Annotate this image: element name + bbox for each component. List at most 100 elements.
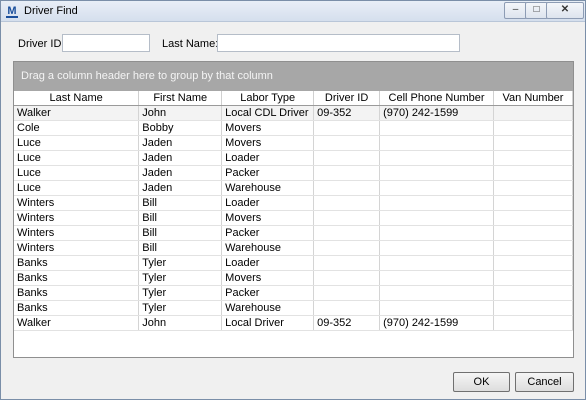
table-cell[interactable]: Movers bbox=[221, 120, 315, 136]
table-cell[interactable] bbox=[493, 180, 573, 196]
cancel-button[interactable]: Cancel bbox=[515, 372, 574, 392]
table-cell[interactable]: Jaden bbox=[138, 165, 223, 181]
table-cell[interactable] bbox=[493, 165, 573, 181]
table-cell[interactable]: Luce bbox=[14, 180, 140, 196]
table-cell[interactable]: Tyler bbox=[138, 285, 223, 301]
table-cell[interactable] bbox=[313, 285, 381, 301]
table-cell[interactable] bbox=[313, 300, 381, 316]
table-cell[interactable] bbox=[313, 195, 381, 211]
table-cell[interactable]: Winters bbox=[14, 210, 140, 226]
table-cell[interactable]: Cole bbox=[14, 120, 140, 136]
table-cell[interactable] bbox=[379, 165, 495, 181]
table-cell[interactable] bbox=[493, 255, 573, 271]
table-cell[interactable] bbox=[313, 240, 381, 256]
table-cell[interactable] bbox=[379, 180, 495, 196]
table-cell[interactable] bbox=[493, 150, 573, 166]
table-cell[interactable] bbox=[313, 255, 381, 271]
column-header-driver-id[interactable]: Driver ID bbox=[313, 91, 381, 106]
table-cell[interactable] bbox=[379, 135, 495, 151]
table-cell[interactable]: Warehouse bbox=[221, 180, 315, 196]
table-cell[interactable] bbox=[313, 210, 381, 226]
table-cell[interactable]: Bill bbox=[138, 240, 223, 256]
table-cell[interactable]: Local Driver bbox=[221, 315, 315, 331]
table-cell[interactable]: Tyler bbox=[138, 270, 223, 286]
table-cell[interactable]: Packer bbox=[221, 225, 315, 241]
table-cell[interactable]: (970) 242-1599 bbox=[379, 105, 495, 121]
table-cell[interactable] bbox=[379, 150, 495, 166]
table-row[interactable]: Luce Jaden Packer bbox=[14, 165, 573, 181]
table-row[interactable]: Luce Jaden Movers bbox=[14, 135, 573, 151]
table-cell[interactable] bbox=[379, 255, 495, 271]
group-by-panel[interactable]: Drag a column header here to group by th… bbox=[14, 62, 573, 91]
table-cell[interactable] bbox=[379, 120, 495, 136]
table-cell[interactable]: 09-352 bbox=[313, 105, 381, 121]
table-cell[interactable] bbox=[313, 270, 381, 286]
title-bar[interactable]: M Driver Find – □ ✕ bbox=[1, 1, 585, 22]
table-cell[interactable]: Banks bbox=[14, 285, 140, 301]
table-cell[interactable] bbox=[313, 150, 381, 166]
table-cell[interactable]: Warehouse bbox=[221, 300, 315, 316]
table-cell[interactable] bbox=[313, 135, 381, 151]
table-cell[interactable]: Winters bbox=[14, 240, 140, 256]
table-cell[interactable] bbox=[493, 300, 573, 316]
driver-id-input[interactable] bbox=[62, 34, 150, 52]
table-cell[interactable]: (970) 242-1599 bbox=[379, 315, 495, 331]
table-cell[interactable]: John bbox=[138, 105, 223, 121]
table-row[interactable]: Walker John Local CDL Driver 09-352 (970) 24… bbox=[14, 105, 573, 121]
table-cell[interactable] bbox=[379, 285, 495, 301]
table-cell[interactable]: Luce bbox=[14, 150, 140, 166]
last-name-input[interactable] bbox=[217, 34, 460, 52]
ok-button[interactable]: OK bbox=[453, 372, 510, 392]
table-row[interactable]: Winters Bill Warehouse bbox=[14, 240, 573, 256]
table-cell[interactable]: Bill bbox=[138, 195, 223, 211]
table-cell[interactable]: Jaden bbox=[138, 150, 223, 166]
column-header-cell-phone[interactable]: Cell Phone Number bbox=[379, 91, 495, 106]
table-cell[interactable] bbox=[493, 315, 573, 331]
table-cell[interactable]: Loader bbox=[221, 150, 315, 166]
column-header-first-name[interactable]: First Name bbox=[138, 91, 223, 106]
table-cell[interactable] bbox=[493, 240, 573, 256]
table-cell[interactable]: 09-352 bbox=[313, 315, 381, 331]
table-cell[interactable] bbox=[493, 105, 573, 121]
table-cell[interactable] bbox=[313, 180, 381, 196]
table-cell[interactable] bbox=[493, 225, 573, 241]
table-cell[interactable] bbox=[313, 225, 381, 241]
table-row[interactable]: Luce Jaden Warehouse bbox=[14, 180, 573, 196]
table-cell[interactable]: Movers bbox=[221, 210, 315, 226]
table-row[interactable]: Banks Tyler Warehouse bbox=[14, 300, 573, 316]
table-cell[interactable]: Packer bbox=[221, 165, 315, 181]
table-cell[interactable]: Winters bbox=[14, 195, 140, 211]
table-cell[interactable]: Luce bbox=[14, 165, 140, 181]
table-cell[interactable]: John bbox=[138, 315, 223, 331]
table-row[interactable]: Luce Jaden Loader bbox=[14, 150, 573, 166]
table-row[interactable]: Winters Bill Packer bbox=[14, 225, 573, 241]
table-cell[interactable] bbox=[379, 195, 495, 211]
table-cell[interactable] bbox=[493, 195, 573, 211]
column-header-van-number[interactable]: Van Number bbox=[493, 91, 573, 106]
table-cell[interactable]: Loader bbox=[221, 255, 315, 271]
table-cell[interactable]: Jaden bbox=[138, 180, 223, 196]
table-cell[interactable] bbox=[313, 165, 381, 181]
table-cell[interactable]: Local CDL Driver bbox=[221, 105, 315, 121]
table-cell[interactable]: Luce bbox=[14, 135, 140, 151]
table-cell[interactable]: Winters bbox=[14, 225, 140, 241]
table-cell[interactable] bbox=[313, 120, 381, 136]
table-cell[interactable]: Packer bbox=[221, 285, 315, 301]
table-cell[interactable] bbox=[493, 270, 573, 286]
table-row[interactable]: Winters Bill Movers bbox=[14, 210, 573, 226]
table-cell[interactable]: Bill bbox=[138, 225, 223, 241]
table-cell[interactable]: Walker bbox=[14, 105, 140, 121]
table-row[interactable]: Banks Tyler Movers bbox=[14, 270, 573, 286]
table-cell[interactable]: Movers bbox=[221, 270, 315, 286]
table-cell[interactable]: Banks bbox=[14, 300, 140, 316]
close-button[interactable]: ✕ bbox=[546, 2, 584, 19]
table-row[interactable]: Cole Bobby Movers bbox=[14, 120, 573, 136]
table-cell[interactable]: Warehouse bbox=[221, 240, 315, 256]
table-cell[interactable] bbox=[493, 285, 573, 301]
table-cell[interactable]: Bill bbox=[138, 210, 223, 226]
table-cell[interactable]: Movers bbox=[221, 135, 315, 151]
table-row[interactable]: Winters Bill Loader bbox=[14, 195, 573, 211]
table-cell[interactable]: Tyler bbox=[138, 255, 223, 271]
table-cell[interactable] bbox=[379, 240, 495, 256]
table-cell[interactable]: Banks bbox=[14, 270, 140, 286]
